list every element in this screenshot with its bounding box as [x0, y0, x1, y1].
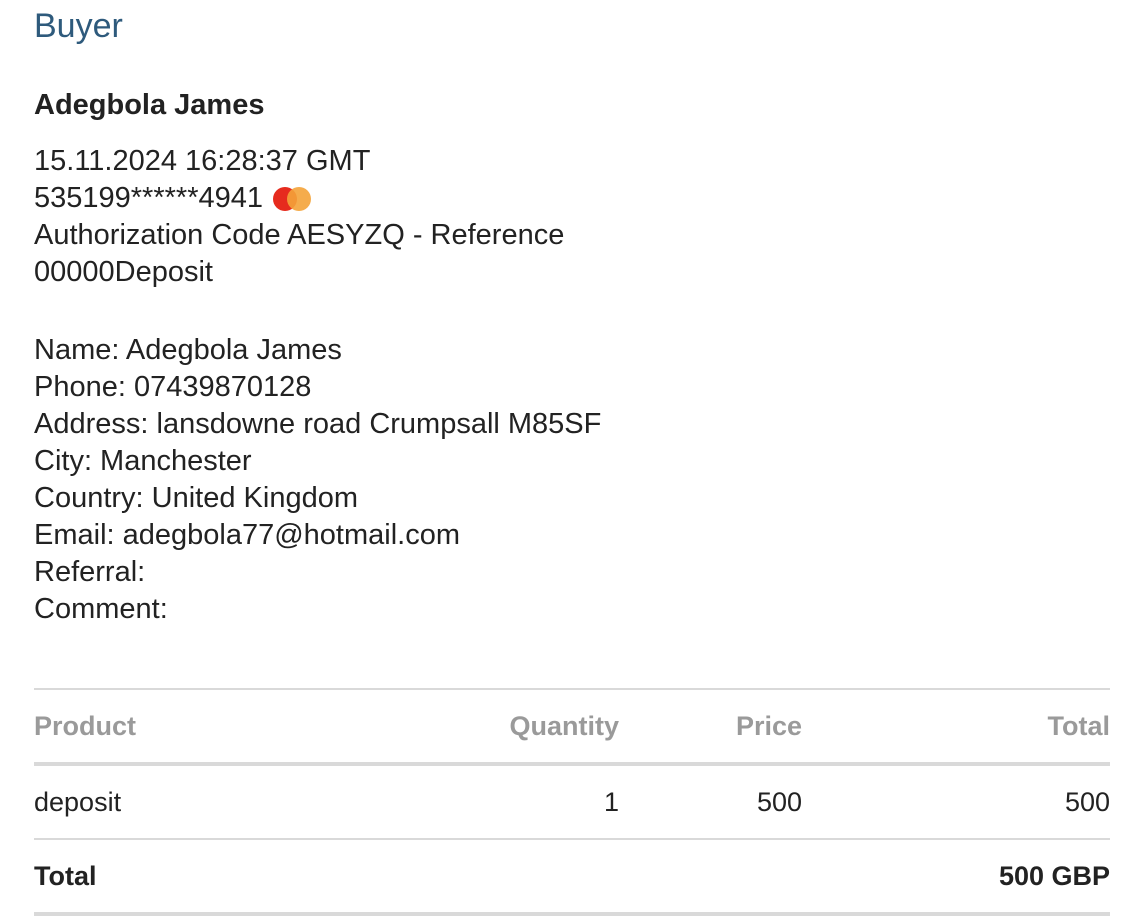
table-row: deposit 1 500 500 [34, 764, 1110, 840]
header-price: Price [735, 710, 802, 741]
detail-email: Email: adegbola77@hotmail.com [34, 519, 460, 551]
section-title: Buyer [34, 7, 123, 45]
buyer-name: Adegbola James [34, 89, 265, 121]
footer-total-label: Total [34, 839, 454, 916]
footer-total-value: 500 GBP [802, 839, 1110, 916]
detail-address: Address: lansdowne road Crumpsall M85SF [34, 408, 602, 440]
detail-referral: Referral: [34, 556, 146, 588]
card-number: 535199******4941 [34, 182, 263, 214]
order-table-wrapper: Product Quantity Price Total deposit 1 5… [34, 688, 1110, 916]
header-product: Product [34, 710, 137, 741]
detail-name: Name: Adegbola James [34, 334, 342, 366]
authorization-line: Authorization Code AESYZQ - Reference [34, 219, 565, 251]
cell-total: 500 [802, 764, 1110, 840]
table-footer-row: Total 500 GBP [34, 839, 1110, 916]
reference-line: 00000Deposit [34, 256, 213, 288]
cell-price: 500 [619, 764, 802, 840]
table-header-row: Product Quantity Price Total [34, 689, 1110, 764]
order-table: Product Quantity Price Total deposit 1 5… [34, 688, 1110, 916]
cell-quantity: 1 [454, 764, 619, 840]
card-line: 535199******4941 [34, 180, 601, 217]
header-quantity: Quantity [509, 710, 619, 741]
cell-product: deposit [34, 764, 454, 840]
transaction-datetime: 15.11.2024 16:28:37 GMT [34, 145, 371, 177]
detail-country: Country: United Kingdom [34, 482, 358, 514]
mastercard-icon [273, 186, 313, 212]
detail-comment: Comment: [34, 593, 168, 625]
detail-city: City: Manchester [34, 445, 252, 477]
buyer-info: 15.11.2024 16:28:37 GMT 535199******4941… [34, 143, 601, 628]
header-total: Total [1047, 710, 1111, 741]
detail-phone: Phone: 07439870128 [34, 371, 312, 403]
